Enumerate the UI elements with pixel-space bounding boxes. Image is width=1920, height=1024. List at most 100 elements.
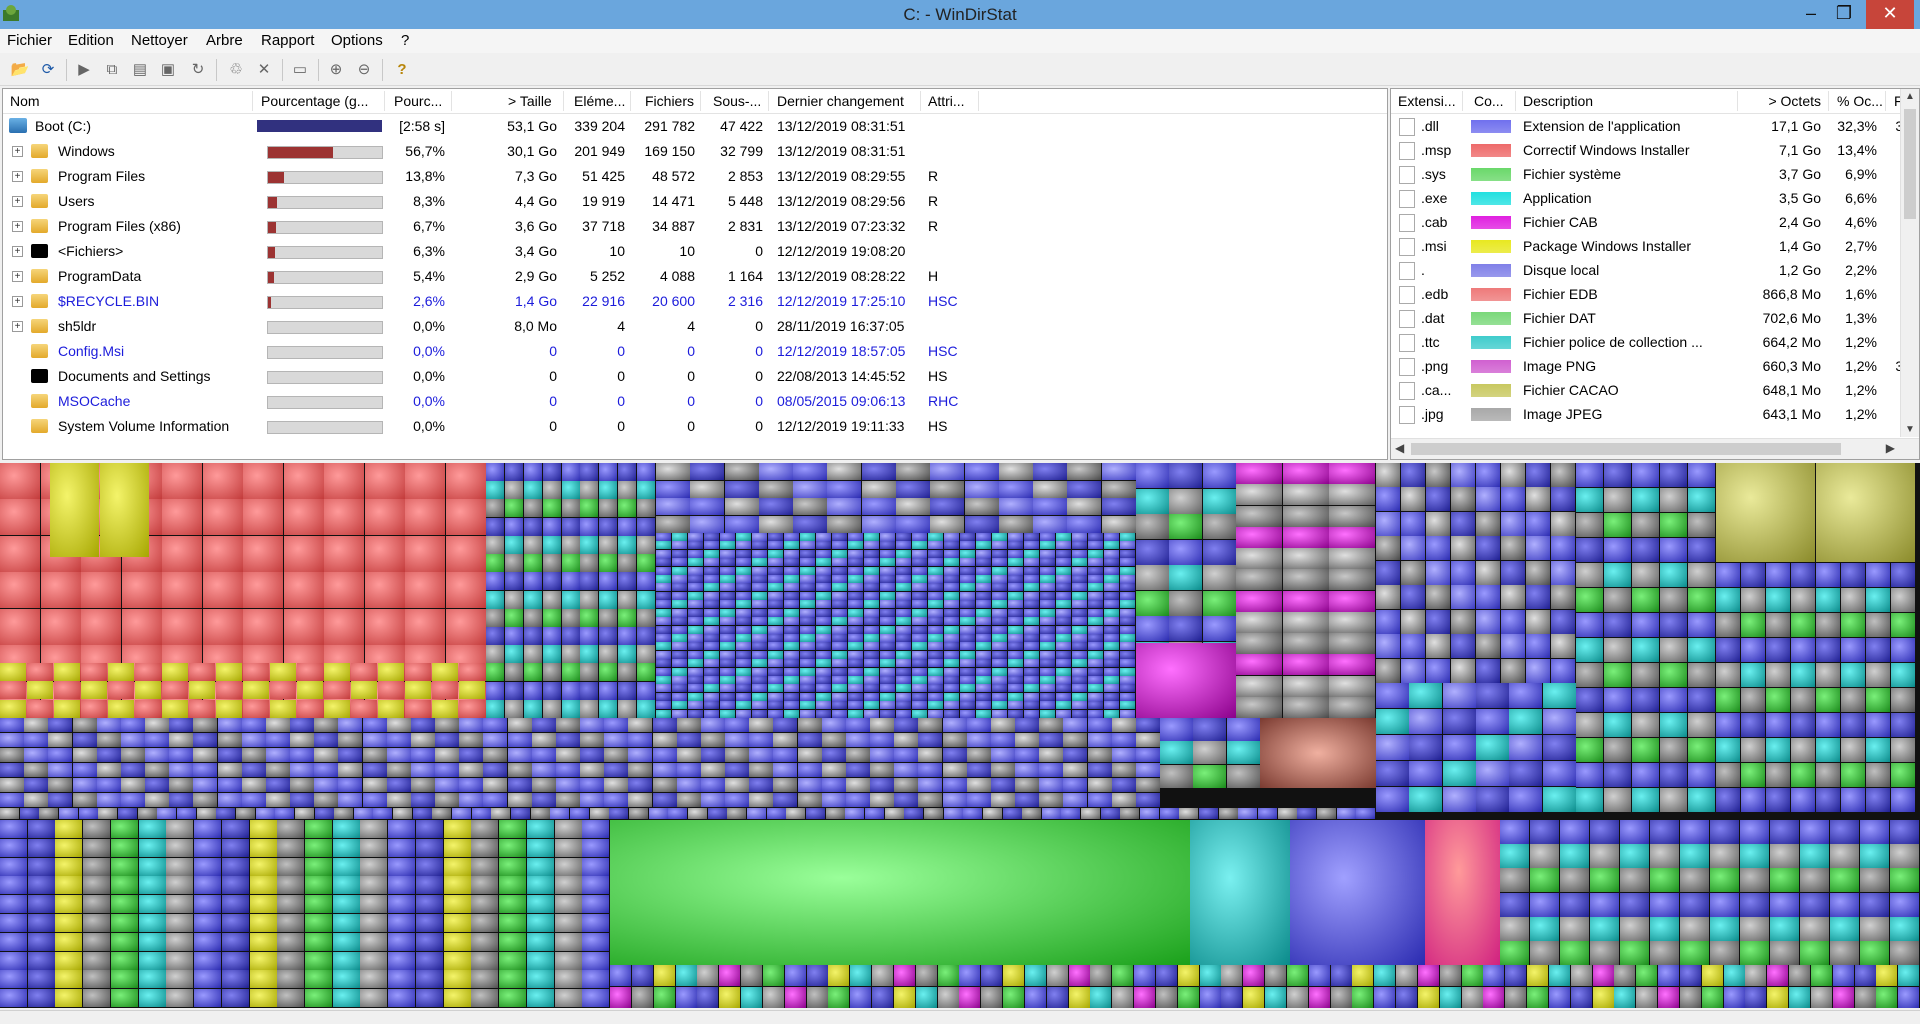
treemap-windows-block[interactable] bbox=[912, 567, 927, 575]
treemap-windows-block[interactable] bbox=[1102, 463, 1136, 480]
treemap-programdata-block[interactable] bbox=[55, 933, 82, 951]
treemap-msp-block[interactable] bbox=[203, 572, 243, 608]
treemap-windows-block[interactable] bbox=[524, 554, 542, 572]
treemap-block[interactable] bbox=[1061, 808, 1080, 819]
treemap-block[interactable] bbox=[632, 987, 653, 1008]
treemap-block[interactable] bbox=[1069, 965, 1090, 986]
treemap-programdata-block[interactable] bbox=[250, 989, 277, 1007]
treemap-windows-block[interactable] bbox=[912, 626, 927, 634]
treemap-windows-block[interactable] bbox=[1056, 592, 1071, 600]
treemap-programdata-block[interactable] bbox=[111, 933, 138, 951]
treemap-block[interactable] bbox=[413, 808, 432, 819]
treemap-windows-block[interactable] bbox=[784, 575, 799, 583]
treemap-windows-block[interactable] bbox=[800, 693, 815, 701]
treemap-program-files-x86-block[interactable] bbox=[967, 778, 991, 792]
treemap-block[interactable] bbox=[1800, 893, 1829, 917]
treemap-programdata-block[interactable] bbox=[139, 933, 166, 951]
treemap-program-files-x86-block[interactable] bbox=[628, 748, 652, 762]
treemap-programdata-block[interactable] bbox=[222, 970, 249, 988]
treemap-programdata-block[interactable] bbox=[555, 933, 582, 951]
treemap-windows-block[interactable] bbox=[912, 701, 927, 709]
treemap-block[interactable] bbox=[1331, 987, 1352, 1008]
treemap-windows-block[interactable] bbox=[524, 499, 542, 517]
treemap-windows-block[interactable] bbox=[524, 536, 542, 554]
treemap-windows-block[interactable] bbox=[637, 554, 655, 572]
treemap-cab-block[interactable] bbox=[1136, 489, 1169, 514]
extension-row[interactable]: .pngImage PNG660,3 Mo1,2%36 bbox=[1391, 354, 1919, 379]
treemap-block[interactable] bbox=[983, 808, 1002, 819]
treemap-windows-block[interactable] bbox=[543, 609, 561, 627]
treemap-program-files-x86-block[interactable] bbox=[1015, 763, 1039, 777]
treemap-block[interactable] bbox=[1620, 844, 1649, 868]
treemap-windows-block[interactable] bbox=[1040, 609, 1055, 617]
treemap-windows-block[interactable] bbox=[672, 609, 687, 617]
treemap-program-files-x86-block[interactable] bbox=[387, 748, 411, 762]
treemap-windows-block[interactable] bbox=[656, 567, 671, 575]
treemap-programdata-block[interactable] bbox=[388, 970, 415, 988]
treemap-programdata-block[interactable] bbox=[194, 952, 221, 970]
treemap-program-files-x86-block[interactable] bbox=[749, 778, 773, 792]
treemap-programdata-block[interactable] bbox=[28, 876, 55, 894]
treemap-windows-block[interactable] bbox=[976, 668, 991, 676]
treemap-programdata-block[interactable] bbox=[555, 952, 582, 970]
treemap-programdata-block[interactable] bbox=[250, 914, 277, 932]
treemap-windows-block[interactable] bbox=[800, 626, 815, 634]
treemap-block[interactable] bbox=[872, 987, 893, 1008]
treemap-windows-block[interactable] bbox=[1056, 609, 1071, 617]
treemap-block[interactable] bbox=[944, 808, 963, 819]
treemap-block[interactable] bbox=[1830, 868, 1859, 892]
treemap-windows-block[interactable] bbox=[543, 518, 561, 536]
treemap-program-files-x86-block[interactable] bbox=[1063, 718, 1087, 732]
treemap-windows-block[interactable] bbox=[816, 684, 831, 692]
treemap-windows-block[interactable] bbox=[1104, 533, 1119, 541]
treemap-windows-block[interactable] bbox=[580, 536, 598, 554]
expand-icon[interactable]: + bbox=[12, 146, 23, 157]
treemap-program-files-x86-block[interactable] bbox=[653, 793, 677, 807]
treemap-program-files-block[interactable] bbox=[1376, 761, 1409, 786]
treemap-windows-block[interactable] bbox=[816, 651, 831, 659]
treemap-windows-block[interactable] bbox=[759, 516, 793, 533]
treemap-windows-block[interactable] bbox=[896, 626, 911, 634]
treemap-windows-block[interactable] bbox=[1033, 463, 1067, 480]
treemap-windows-block[interactable] bbox=[768, 592, 783, 600]
treemap-block[interactable] bbox=[1500, 917, 1529, 941]
treemap-program-files-x86-block[interactable] bbox=[894, 748, 918, 762]
treemap-programdata-block[interactable] bbox=[388, 895, 415, 913]
treemap-block[interactable] bbox=[1620, 820, 1649, 844]
treemap-windows-block[interactable] bbox=[784, 541, 799, 549]
treemap-windows-block[interactable] bbox=[1056, 651, 1071, 659]
column-divider[interactable] bbox=[1515, 91, 1516, 111]
treemap-windows-block[interactable] bbox=[704, 651, 719, 659]
treemap-program-files-x86-block[interactable] bbox=[314, 793, 338, 807]
treemap-windows-block[interactable] bbox=[720, 592, 735, 600]
treemap-windows-block[interactable] bbox=[1040, 676, 1055, 684]
treemap-programdata-block[interactable] bbox=[416, 895, 443, 913]
treemap-windows-block[interactable] bbox=[1033, 481, 1067, 498]
treemap-programdata-block[interactable] bbox=[222, 895, 249, 913]
treemap-windows-block[interactable] bbox=[864, 676, 879, 684]
treemap-block[interactable] bbox=[1658, 987, 1679, 1008]
treemap-block[interactable] bbox=[1003, 808, 1022, 819]
treemap-msi-block[interactable] bbox=[135, 681, 161, 699]
treemap-windows-block[interactable] bbox=[816, 693, 831, 701]
treemap-block[interactable] bbox=[1227, 765, 1260, 788]
treemap-program-files-x86-block[interactable] bbox=[266, 793, 290, 807]
treemap-windows-block[interactable] bbox=[704, 676, 719, 684]
treemap-users-block[interactable] bbox=[1688, 663, 1715, 687]
treemap-program-files-x86-block[interactable] bbox=[798, 733, 822, 747]
treemap-programdata-block[interactable] bbox=[277, 933, 304, 951]
expand-icon[interactable]: + bbox=[12, 271, 23, 282]
treemap-windows-block[interactable] bbox=[768, 541, 783, 549]
treemap-windows-block[interactable] bbox=[618, 499, 636, 517]
treemap-block[interactable] bbox=[1022, 808, 1041, 819]
extension-row[interactable]: .edb Fichier EDB 866,8 Mo 1,6% bbox=[1391, 282, 1919, 307]
treemap-windows-block[interactable] bbox=[704, 533, 719, 541]
treemap-block[interactable] bbox=[807, 987, 828, 1008]
treemap-program-files-x86-block[interactable] bbox=[314, 733, 338, 747]
treemap-windows-block[interactable] bbox=[752, 642, 767, 650]
treemap-programdata-block[interactable] bbox=[222, 989, 249, 1007]
treemap-cab-block[interactable] bbox=[1203, 565, 1236, 590]
treemap-users-block[interactable] bbox=[1766, 588, 1790, 612]
treemap-windows-block[interactable] bbox=[672, 592, 687, 600]
treemap-users-block[interactable] bbox=[1766, 663, 1790, 687]
